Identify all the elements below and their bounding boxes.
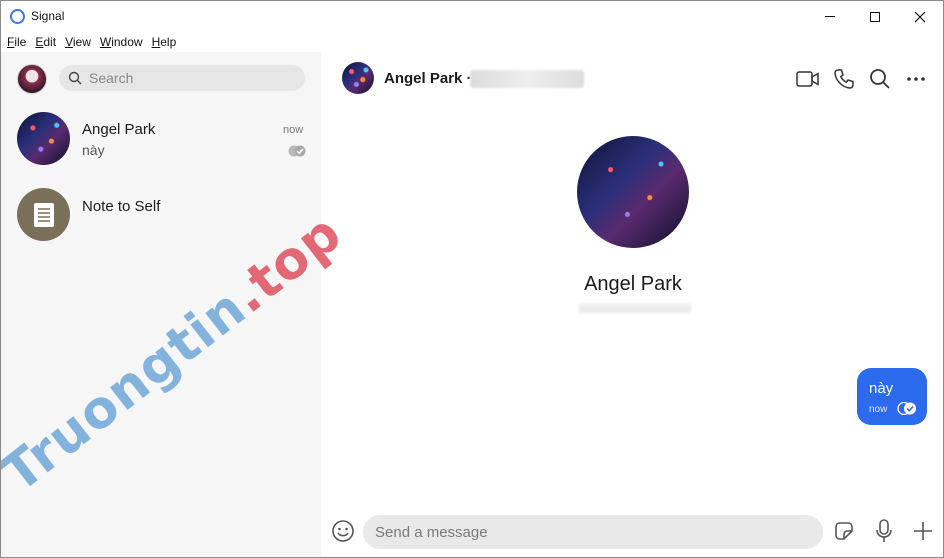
phone-icon (834, 69, 854, 89)
voice-message-button[interactable] (871, 518, 897, 544)
note-avatar (17, 188, 70, 241)
microphone-icon (876, 519, 892, 542)
delivered-icon (897, 402, 916, 415)
search-icon (870, 69, 890, 89)
menu-file[interactable]: File (7, 35, 26, 49)
emoji-button[interactable] (330, 518, 356, 544)
header-contact-name[interactable]: Angel Park · (384, 70, 472, 87)
conversation-name: Note to Self (82, 198, 161, 215)
redacted-phone-number (470, 70, 584, 88)
conversation-header: Angel Park · (322, 52, 943, 106)
title-bar[interactable]: Signal (1, 1, 943, 32)
maximize-icon (870, 11, 880, 22)
message-box[interactable] (363, 515, 823, 549)
message-input[interactable] (375, 515, 815, 549)
hero-avatar[interactable] (577, 136, 689, 248)
attachment-button[interactable] (910, 518, 936, 544)
conversation-item-angel-park[interactable]: Angel Park này now (1, 103, 321, 173)
minimize-icon (825, 16, 835, 17)
sidebar: Angel Park này now Note to Self Truongti… (1, 52, 353, 557)
redacted-hero-subtitle (579, 303, 691, 314)
outgoing-message-bubble[interactable]: này now (857, 368, 927, 425)
close-button[interactable] (897, 1, 943, 32)
sticker-button[interactable] (831, 518, 857, 544)
video-call-icon (796, 71, 819, 87)
menu-window[interactable]: Window (100, 35, 143, 49)
message-composer (322, 506, 943, 557)
message-text: này (869, 380, 894, 397)
note-icon (33, 202, 54, 227)
delivered-icon (288, 145, 306, 157)
search-box[interactable] (59, 65, 305, 91)
menu-bar: File Edit View Window Help (1, 32, 943, 52)
header-avatar[interactable] (342, 62, 374, 94)
signal-logo-icon (10, 9, 25, 24)
my-profile-avatar[interactable] (17, 64, 47, 94)
conversation-time: now (283, 124, 304, 136)
more-options-button[interactable] (903, 66, 929, 92)
close-icon (914, 11, 926, 22)
plus-icon (914, 522, 932, 540)
menu-view[interactable]: View (65, 35, 91, 49)
more-icon (907, 77, 925, 81)
search-input[interactable] (89, 65, 299, 91)
voice-call-button[interactable] (831, 66, 857, 92)
signal-window: Signal File Edit View Window Help Angel … (0, 0, 944, 558)
menu-help[interactable]: Help (152, 35, 177, 49)
sticker-icon (835, 522, 853, 540)
minimize-button[interactable] (807, 1, 853, 32)
search-conversation-button[interactable] (867, 66, 893, 92)
conversation-name: Angel Park (82, 121, 156, 138)
message-time: now (869, 404, 888, 415)
window-title: Signal (31, 9, 65, 23)
menu-edit[interactable]: Edit (35, 35, 56, 49)
contact-avatar (17, 112, 70, 165)
emoji-icon (332, 520, 354, 542)
conversation-item-note-to-self[interactable]: Note to Self (1, 179, 321, 249)
hero-contact-name: Angel Park (584, 273, 682, 295)
video-call-button[interactable] (795, 66, 821, 92)
maximize-button[interactable] (852, 1, 898, 32)
search-icon (68, 71, 82, 85)
conversation-preview: này (82, 142, 105, 158)
